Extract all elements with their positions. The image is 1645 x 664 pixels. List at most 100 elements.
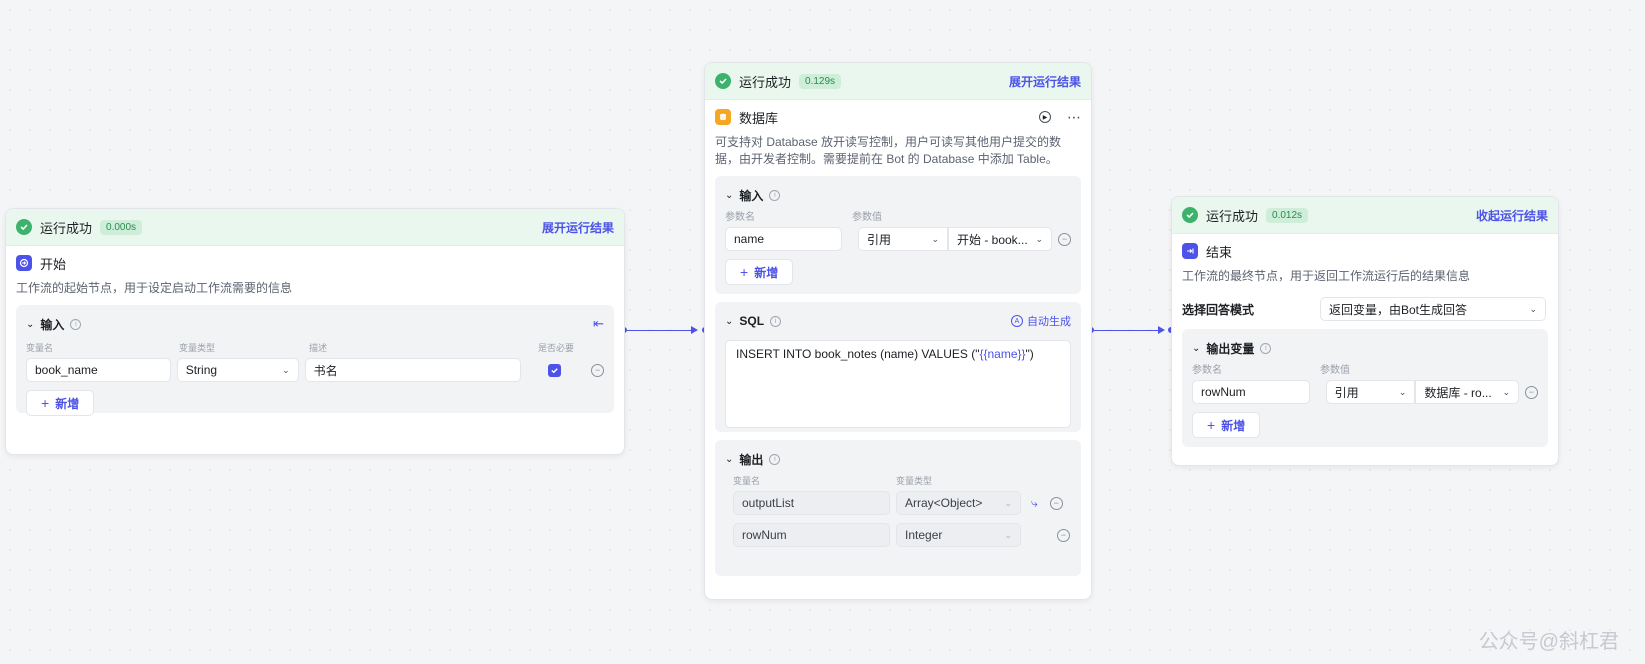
run-result-header: 运行成功 0.012s 收起运行结果	[1172, 197, 1558, 234]
database-node[interactable]: 运行成功 0.129s 展开运行结果 数据库 ▶ ⋯ 可支持对 Database…	[704, 62, 1092, 600]
column-header: 变量名	[733, 476, 761, 486]
check-circle-icon	[715, 73, 731, 89]
chevron-down-icon: ⌄	[1004, 529, 1012, 540]
run-time-badge: 0.129s	[799, 73, 842, 89]
required-checkbox[interactable]	[548, 363, 562, 377]
remove-row-icon[interactable]: −	[1525, 385, 1538, 399]
parameter-name-input[interactable]: rowNum	[1192, 380, 1310, 404]
remove-row-icon[interactable]: −	[1057, 528, 1070, 542]
expand-fields-icon[interactable]: ⤷	[1031, 496, 1038, 511]
run-result-header: 运行成功 0.129s 展开运行结果	[705, 63, 1091, 100]
chevron-down-icon[interactable]: ⌄	[725, 316, 733, 327]
run-status: 运行成功	[739, 74, 792, 90]
variable-type-select[interactable]: String ⌄	[176, 358, 299, 382]
column-header: 变量类型	[896, 476, 933, 486]
chevron-down-icon[interactable]: ⌄	[26, 319, 34, 330]
reference-mode-value: 引用	[1334, 385, 1359, 400]
node-description: 工作流的最终节点，用于返回工作流运行后的结果信息	[1182, 269, 1471, 283]
chevron-down-icon: ⌄	[931, 233, 939, 244]
remove-row-icon[interactable]: −	[591, 363, 605, 377]
chevron-down-icon: ⌄	[1529, 303, 1537, 314]
start-node[interactable]: 运行成功 0.000s 展开运行结果 开始 工作流的起始节点，用于设定启动工作流…	[5, 208, 625, 455]
remove-row-icon[interactable]: −	[1058, 232, 1071, 246]
info-icon[interactable]: i	[770, 315, 782, 327]
chevron-down-icon: ⌄	[1035, 233, 1043, 244]
end-node-icon	[1182, 243, 1198, 259]
chevron-down-icon[interactable]: ⌄	[1192, 343, 1200, 354]
watermark: 公众号@斜杠君	[1478, 631, 1619, 653]
remove-row-icon[interactable]: −	[1049, 496, 1063, 510]
plus-icon: +	[1207, 417, 1216, 433]
column-header: 变量类型	[179, 343, 216, 353]
output-type-value: Array<Object>	[905, 496, 983, 510]
output-type-field: Integer ⌄	[896, 523, 1021, 547]
add-input-button[interactable]: + 新增	[26, 390, 95, 416]
run-result-header: 运行成功 0.000s 展开运行结果	[6, 209, 624, 246]
plus-icon: +	[740, 264, 749, 280]
run-node-icon[interactable]: ▶	[1039, 111, 1051, 123]
sql-section: ⌄ SQL i A 自动生成 INSERT INTO book_notes (n…	[715, 302, 1081, 432]
toggle-run-result-link[interactable]: 展开运行结果	[1009, 73, 1081, 90]
reference-mode-select[interactable]: 引用 ⌄	[1325, 380, 1416, 404]
reference-value-select[interactable]: 数据库 - ro... ⌄	[1415, 380, 1520, 404]
output-row: rowNum Integer ⌄ −	[725, 523, 1071, 547]
output-row: outputList Array<Object> ⌄ ⤷ −	[725, 491, 1071, 515]
output-row: rowNum 引用 ⌄ 数据库 - ro... ⌄ −	[1192, 380, 1538, 404]
reference-mode-select[interactable]: 引用 ⌄	[858, 227, 948, 251]
end-node[interactable]: 运行成功 0.012s 收起运行结果 结束 工作流的最终节点，用于返回工作流运行…	[1171, 196, 1559, 466]
variable-name-input[interactable]: book_name	[26, 358, 171, 382]
input-section: ⌄ 输入 i ⇤ 变量名 变量类型 描述 是否必要 book_name Stri…	[16, 305, 614, 416]
toggle-run-result-link[interactable]: 展开运行结果	[542, 219, 614, 236]
chevron-down-icon: ⌄	[1398, 386, 1407, 397]
output-type-field: Array<Object> ⌄	[896, 491, 1021, 515]
add-button-label: 新增	[55, 396, 80, 411]
add-output-button[interactable]: + 新增	[1192, 412, 1261, 438]
sql-editor[interactable]: INSERT INTO book_notes (name) VALUES ("{…	[725, 340, 1071, 428]
chevron-down-icon: ⌄	[282, 364, 290, 375]
add-input-button[interactable]: + 新增	[725, 259, 794, 285]
reference-value-select[interactable]: 开始 - book... ⌄	[948, 227, 1052, 251]
column-header: 参数名	[725, 212, 755, 223]
run-status: 运行成功	[40, 220, 93, 236]
info-icon[interactable]: i	[769, 189, 781, 201]
info-icon[interactable]: i	[1260, 342, 1272, 354]
auto-generate-label: 自动生成	[1027, 316, 1071, 328]
info-icon[interactable]: i	[769, 453, 781, 465]
variable-type-value: String	[185, 363, 218, 377]
node-title: 数据库	[739, 110, 779, 126]
column-header: 变量名	[26, 343, 54, 353]
chevron-down-icon: ⌄	[1502, 386, 1511, 397]
sql-text: INSERT INTO book_notes (name) VALUES ("	[736, 347, 980, 361]
edge-arrowhead	[1158, 326, 1165, 334]
answer-mode-value: 返回变量，由Bot生成回答	[1329, 302, 1468, 317]
add-button-label: 新增	[754, 265, 779, 280]
output-section: ⌄ 输出 i 变量名 变量类型 outputList Array<Object>…	[715, 440, 1081, 576]
database-icon	[715, 109, 731, 125]
import-icon[interactable]: ⇤	[593, 316, 604, 332]
chevron-down-icon[interactable]: ⌄	[725, 190, 733, 201]
output-name-field: rowNum	[733, 523, 890, 547]
chevron-down-icon[interactable]: ⌄	[725, 454, 733, 465]
description-input[interactable]: 书名	[304, 358, 521, 382]
section-title: 输出	[739, 452, 764, 467]
reference-mode-value: 引用	[867, 232, 892, 247]
run-time-badge: 0.012s	[1266, 207, 1309, 223]
edge-start-to-db	[627, 330, 693, 331]
parameter-name-input[interactable]: name	[725, 227, 842, 251]
auto-generate-button[interactable]: A 自动生成	[1011, 313, 1071, 329]
toggle-run-result-link[interactable]: 收起运行结果	[1476, 207, 1548, 224]
run-time-badge: 0.000s	[100, 219, 143, 235]
plus-icon: +	[41, 395, 50, 411]
column-header: 参数值	[852, 212, 882, 223]
node-description: 可支持对 Database 放开读写控制，用户可读写其他用户提交的数据，由开发者…	[715, 135, 1062, 166]
more-options-icon[interactable]: ⋯	[1067, 109, 1081, 126]
info-icon[interactable]: i	[70, 318, 82, 330]
reference-value: 开始 - book...	[957, 232, 1028, 247]
check-circle-icon	[16, 219, 32, 235]
start-node-icon	[16, 255, 32, 271]
ai-icon: A	[1011, 315, 1023, 327]
node-title: 结束	[1206, 244, 1233, 260]
answer-mode-select[interactable]: 返回变量，由Bot生成回答 ⌄	[1320, 297, 1546, 321]
reference-value: 数据库 - ro...	[1424, 385, 1492, 400]
output-type-value: Integer	[905, 528, 943, 542]
